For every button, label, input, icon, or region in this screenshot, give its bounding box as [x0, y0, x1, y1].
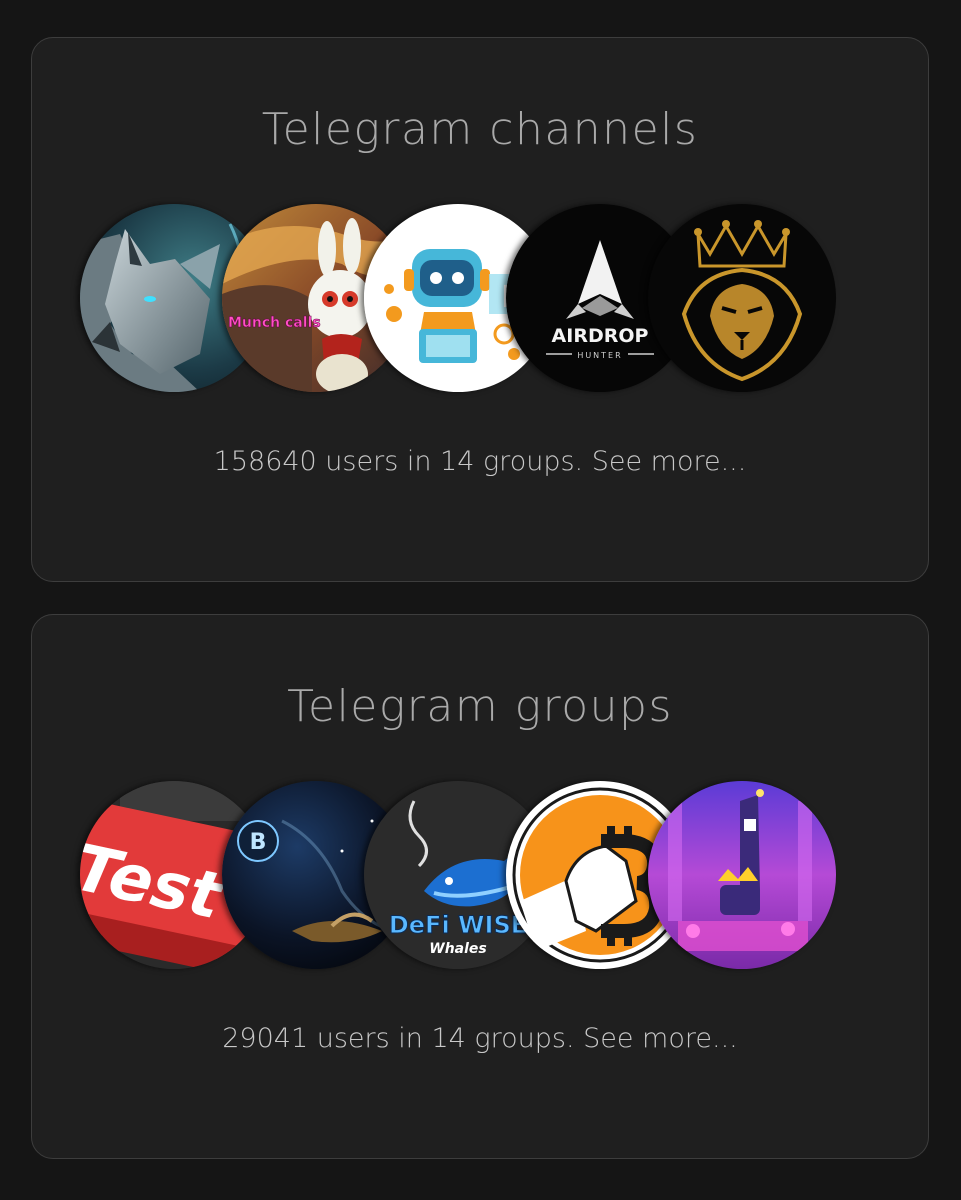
defi-avatar-subtext: Whales	[429, 941, 486, 957]
groups-see-more-link[interactable]: 29041 users in 14 groups. See more...	[32, 1021, 928, 1057]
group-avatar-stack[interactable]: Test B DeFi WISE Whales	[80, 781, 840, 973]
neon-king-avatar[interactable]	[648, 781, 836, 969]
telegram-groups-card[interactable]: Telegram groups Test B DeFi WISE Whales …	[31, 614, 929, 1159]
lion-crown-avatar[interactable]	[648, 204, 836, 392]
channel-avatar-stack[interactable]: Munch calls H	[80, 204, 840, 396]
airdrop-avatar-subtext: HUNTER	[577, 351, 622, 360]
rabbit-avatar-text: Munch calls	[228, 315, 321, 331]
card-title: Telegram groups	[287, 681, 673, 732]
channels-see-more-link[interactable]: 158640 users in 14 groups. See more...	[32, 444, 928, 480]
telegram-channels-card[interactable]: Telegram channels Munch calls AIRDROP HU…	[31, 37, 929, 582]
bitcoin-space-text: B	[250, 830, 267, 855]
card-title: Telegram channels	[261, 104, 699, 155]
airdrop-avatar-text: AIRDROP	[552, 325, 649, 347]
defi-avatar-text: DeFi WISE	[389, 911, 527, 939]
